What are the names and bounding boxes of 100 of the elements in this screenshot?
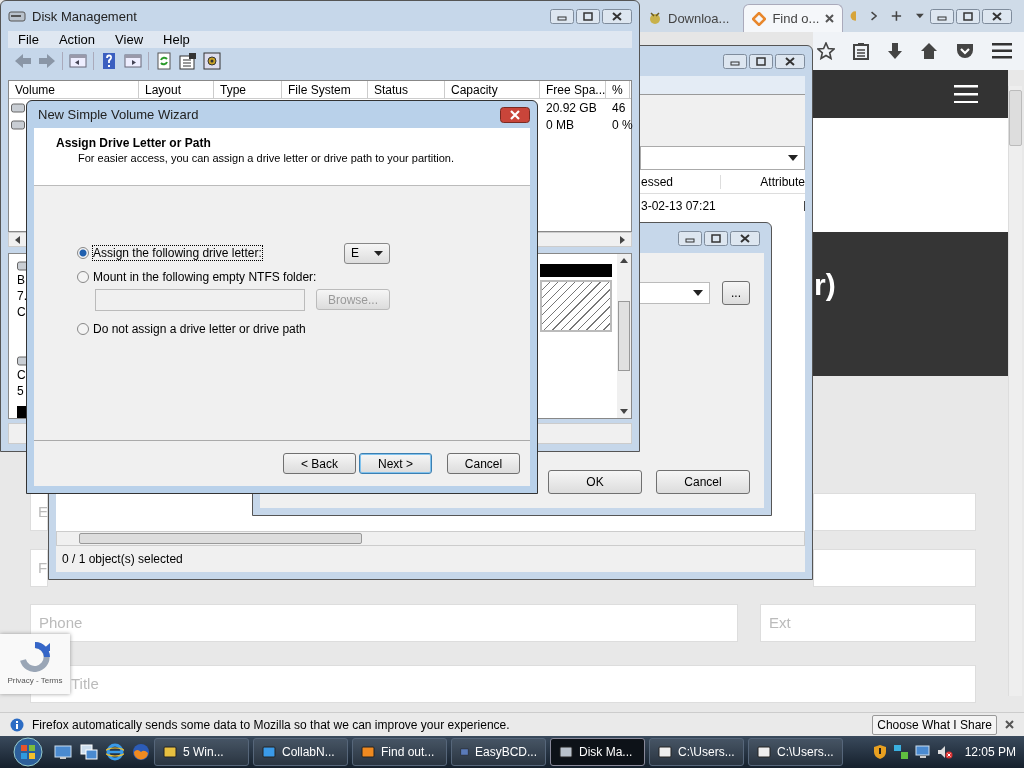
column-header[interactable]: Volume	[9, 81, 139, 99]
unallocated-partition[interactable]	[540, 280, 612, 333]
partial-tab-icon	[849, 9, 856, 23]
close-button[interactable]	[730, 230, 760, 246]
cancel-button[interactable]: Cancel	[447, 453, 520, 474]
maximize-button[interactable]	[956, 8, 980, 24]
ok-button[interactable]: OK	[548, 470, 642, 494]
network-icon[interactable]	[892, 744, 909, 760]
column-header[interactable]: Free Spa...	[540, 81, 606, 99]
refresh-icon[interactable]	[155, 52, 173, 70]
taskbar-button[interactable]: CollabN...	[253, 738, 348, 766]
app-icon	[559, 745, 573, 759]
minimize-button[interactable]	[930, 8, 954, 24]
disk-label: C	[17, 304, 27, 321]
wizard-heading: Assign Drive Letter or Path	[56, 136, 212, 150]
maximize-button[interactable]	[576, 8, 600, 24]
minimize-button[interactable]	[678, 230, 702, 246]
app-icon	[757, 745, 771, 759]
settings-icon[interactable]	[203, 52, 221, 70]
table-cell-text: 20.92 GB	[545, 100, 598, 115]
properties-icon[interactable]	[179, 52, 197, 70]
monitor-icon[interactable]	[914, 744, 931, 760]
download-icon[interactable]	[886, 42, 903, 60]
close-button[interactable]	[775, 53, 805, 69]
column-header[interactable]: essed	[641, 174, 721, 189]
taskbar-button[interactable]: C:\Users...	[649, 738, 744, 766]
disk-label: C	[17, 367, 27, 384]
column-header[interactable]: Capacity	[445, 81, 540, 99]
path-dropdown[interactable]	[638, 282, 710, 304]
radio-option[interactable]: Do not assign a drive letter or drive path	[77, 322, 306, 336]
close-icon[interactable]	[825, 14, 835, 23]
scrollbar[interactable]	[56, 531, 805, 546]
cancel-button[interactable]: Cancel	[656, 470, 750, 494]
minimize-button[interactable]	[723, 53, 747, 69]
bug-icon	[648, 11, 662, 25]
globe-e-icon[interactable]	[106, 743, 124, 761]
column-header[interactable]: File System	[282, 81, 368, 99]
desktop-icon[interactable]	[54, 743, 72, 761]
window-switch-icon[interactable]	[80, 743, 98, 761]
panel-icon[interactable]	[69, 52, 87, 70]
bookmark-star-icon[interactable]	[817, 42, 835, 60]
next-button[interactable]: Next >	[359, 453, 432, 474]
taskbar-button[interactable]: 5 Win...	[154, 738, 249, 766]
column-header[interactable]: Attribute	[721, 174, 805, 189]
plus-icon[interactable]	[891, 9, 903, 23]
scrollbar[interactable]	[617, 254, 631, 419]
taskbar-button[interactable]: EasyBCD...	[451, 738, 546, 766]
maximize-button[interactable]	[704, 230, 728, 246]
close-button[interactable]	[500, 106, 530, 123]
help-icon[interactable]	[100, 52, 118, 70]
menu-icon[interactable]	[954, 85, 978, 103]
menu-icon[interactable]	[992, 43, 1012, 59]
radio-button[interactable]	[77, 247, 89, 259]
close-button[interactable]	[602, 8, 632, 24]
browse-button[interactable]: ...	[722, 281, 750, 305]
column-header[interactable]: Type	[214, 81, 282, 99]
pocket-icon[interactable]	[956, 43, 975, 59]
app-icon	[460, 745, 469, 759]
taskbar-button[interactable]: Disk Ma...	[550, 738, 645, 766]
close-button[interactable]	[982, 8, 1012, 24]
input-field[interactable]	[813, 493, 976, 531]
notification-text: Firefox automatically sends some data to Mozilla so that we can improve your experience.	[32, 717, 510, 732]
column-header[interactable]: %	[606, 81, 630, 99]
folder-path-field[interactable]	[95, 289, 305, 311]
chevron-right-icon[interactable]	[869, 9, 878, 23]
recaptcha-badge[interactable]: Privacy - Terms	[0, 634, 70, 694]
menu-item[interactable]: Help	[153, 31, 200, 47]
minimize-button[interactable]	[550, 8, 574, 24]
fox-globe-icon[interactable]	[132, 743, 150, 761]
menu-item[interactable]: File	[8, 31, 49, 47]
shield-icon[interactable]	[872, 744, 887, 760]
taskbar-button[interactable]: C:\Users...	[748, 738, 843, 766]
maximize-button[interactable]	[749, 53, 773, 69]
close-icon[interactable]	[1005, 720, 1014, 729]
muted-speaker-icon[interactable]	[936, 744, 953, 760]
column-header[interactable]: Layout	[139, 81, 214, 99]
choose-what-i-share-button[interactable]: Choose What I Share	[872, 714, 997, 735]
input-field[interactable]	[813, 549, 976, 587]
caret-icon[interactable]	[916, 13, 924, 19]
menu-item[interactable]: View	[105, 31, 154, 47]
start-button[interactable]	[10, 737, 46, 767]
clock: 12:05 PM	[964, 745, 1016, 759]
app-icon	[163, 745, 177, 759]
table-cell: 3-02-13 07:21	[641, 199, 716, 213]
panel-icon[interactable]	[124, 52, 142, 70]
back-button[interactable]: < Back	[283, 453, 356, 474]
column-header[interactable]: Status	[368, 81, 445, 99]
browser-tab[interactable]: Find o...	[743, 4, 844, 32]
clipboard-icon[interactable]	[852, 42, 869, 60]
radio-option[interactable]: Assign the following drive letter:	[77, 246, 262, 260]
browser-tab[interactable]: Downloa...	[640, 4, 738, 32]
scrollbar[interactable]	[1008, 86, 1022, 696]
app-icon	[262, 745, 276, 759]
home-icon[interactable]	[920, 42, 939, 60]
caret-icon	[374, 250, 383, 256]
scroll-up-icon	[620, 258, 628, 264]
radio-button[interactable]	[77, 323, 89, 335]
menu-item[interactable]: Action	[48, 31, 106, 47]
taskbar-button[interactable]: Find out...	[352, 738, 447, 766]
drive-letter-dropdown[interactable]: E	[344, 242, 390, 264]
